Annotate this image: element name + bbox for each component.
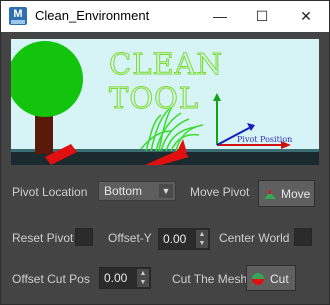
offset-cut-pos-label: Offset Cut Pos: [12, 272, 90, 286]
offset-cut-pos-spinbox[interactable]: 0.00 ▲ ▼: [99, 267, 151, 289]
move-icon: [264, 190, 276, 199]
banner-title: CLEAN TOOL: [109, 47, 223, 116]
center-world-checkbox[interactable]: [294, 228, 312, 246]
window-title: Clean_Environment: [35, 8, 150, 23]
app-icon: M: [9, 7, 27, 25]
spin-up-icon[interactable]: ▲: [196, 230, 208, 239]
offset-y-value: 0.00: [163, 232, 187, 246]
cut-button-label: Cut: [270, 272, 289, 286]
title-bar[interactable]: M Clean_Environment — ☐ ✕: [1, 1, 329, 32]
reset-pivot-label: Reset Pivot: [12, 231, 74, 245]
cut-button[interactable]: Cut: [246, 265, 296, 291]
move-button[interactable]: Move: [258, 180, 315, 207]
pivot-location-value: Bottom: [104, 184, 143, 198]
banner-image: CLEAN TOOL Pivot Position: [11, 39, 319, 165]
move-button-label: Move: [281, 187, 311, 201]
spin-down-icon[interactable]: ▼: [137, 278, 149, 287]
offset-cut-pos-value: 0.00: [104, 271, 128, 285]
maximize-button[interactable]: ☐: [241, 1, 283, 32]
offset-y-spinbox[interactable]: 0.00 ▲ ▼: [158, 228, 210, 250]
offset-y-label: Offset-Y: [108, 231, 152, 245]
pivot-location-label: Pivot Location: [12, 185, 88, 199]
minimize-button[interactable]: —: [199, 1, 241, 32]
spin-up-icon[interactable]: ▲: [137, 269, 149, 278]
reset-pivot-checkbox[interactable]: [75, 228, 93, 246]
pivot-position-caption: Pivot Position: [237, 135, 293, 144]
cut-mesh-icon: [252, 273, 264, 285]
spin-down-icon[interactable]: ▼: [196, 239, 208, 248]
cut-the-mesh-label: Cut The Mesh: [172, 272, 248, 286]
chevron-down-icon: ▼: [159, 184, 173, 198]
close-button[interactable]: ✕: [285, 1, 327, 32]
pivot-location-dropdown[interactable]: Bottom ▼: [98, 181, 176, 201]
center-world-label: Center World: [219, 231, 290, 245]
move-pivot-label: Move Pivot: [190, 185, 250, 199]
tree-trunk: [35, 114, 53, 154]
main-window: M Clean_Environment — ☐ ✕ CLEAN TOOL Piv…: [0, 0, 330, 305]
